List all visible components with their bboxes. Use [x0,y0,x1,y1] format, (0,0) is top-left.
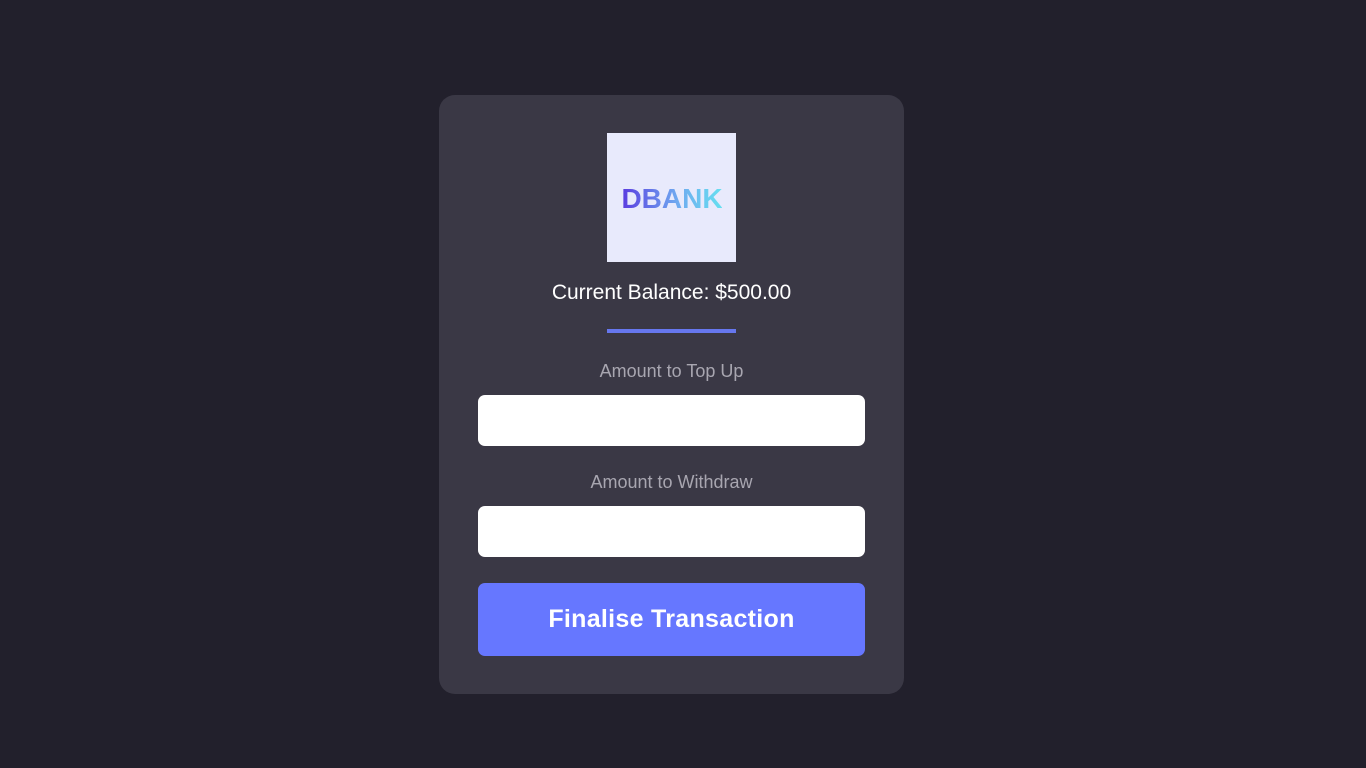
current-balance: Current Balance: $500.00 [551,281,792,304]
dbank-logo: DBANK [607,133,736,262]
withdraw-amount-input[interactable] [478,506,865,557]
finalise-transaction-button[interactable]: Finalise Transaction [478,583,865,656]
dbank-logo-mark: DBANK [622,183,722,214]
withdraw-label: Amount to Withdraw [590,472,753,492]
top-up-amount-input[interactable] [478,395,865,446]
top-up-label: Amount to Top Up [599,361,744,381]
accent-divider [607,329,736,333]
transaction-card: DBANK Current Balance: $500.00 Amount to… [439,95,904,694]
page: DBANK Current Balance: $500.00 Amount to… [0,0,1366,768]
logo-text: DBANK [622,183,722,214]
